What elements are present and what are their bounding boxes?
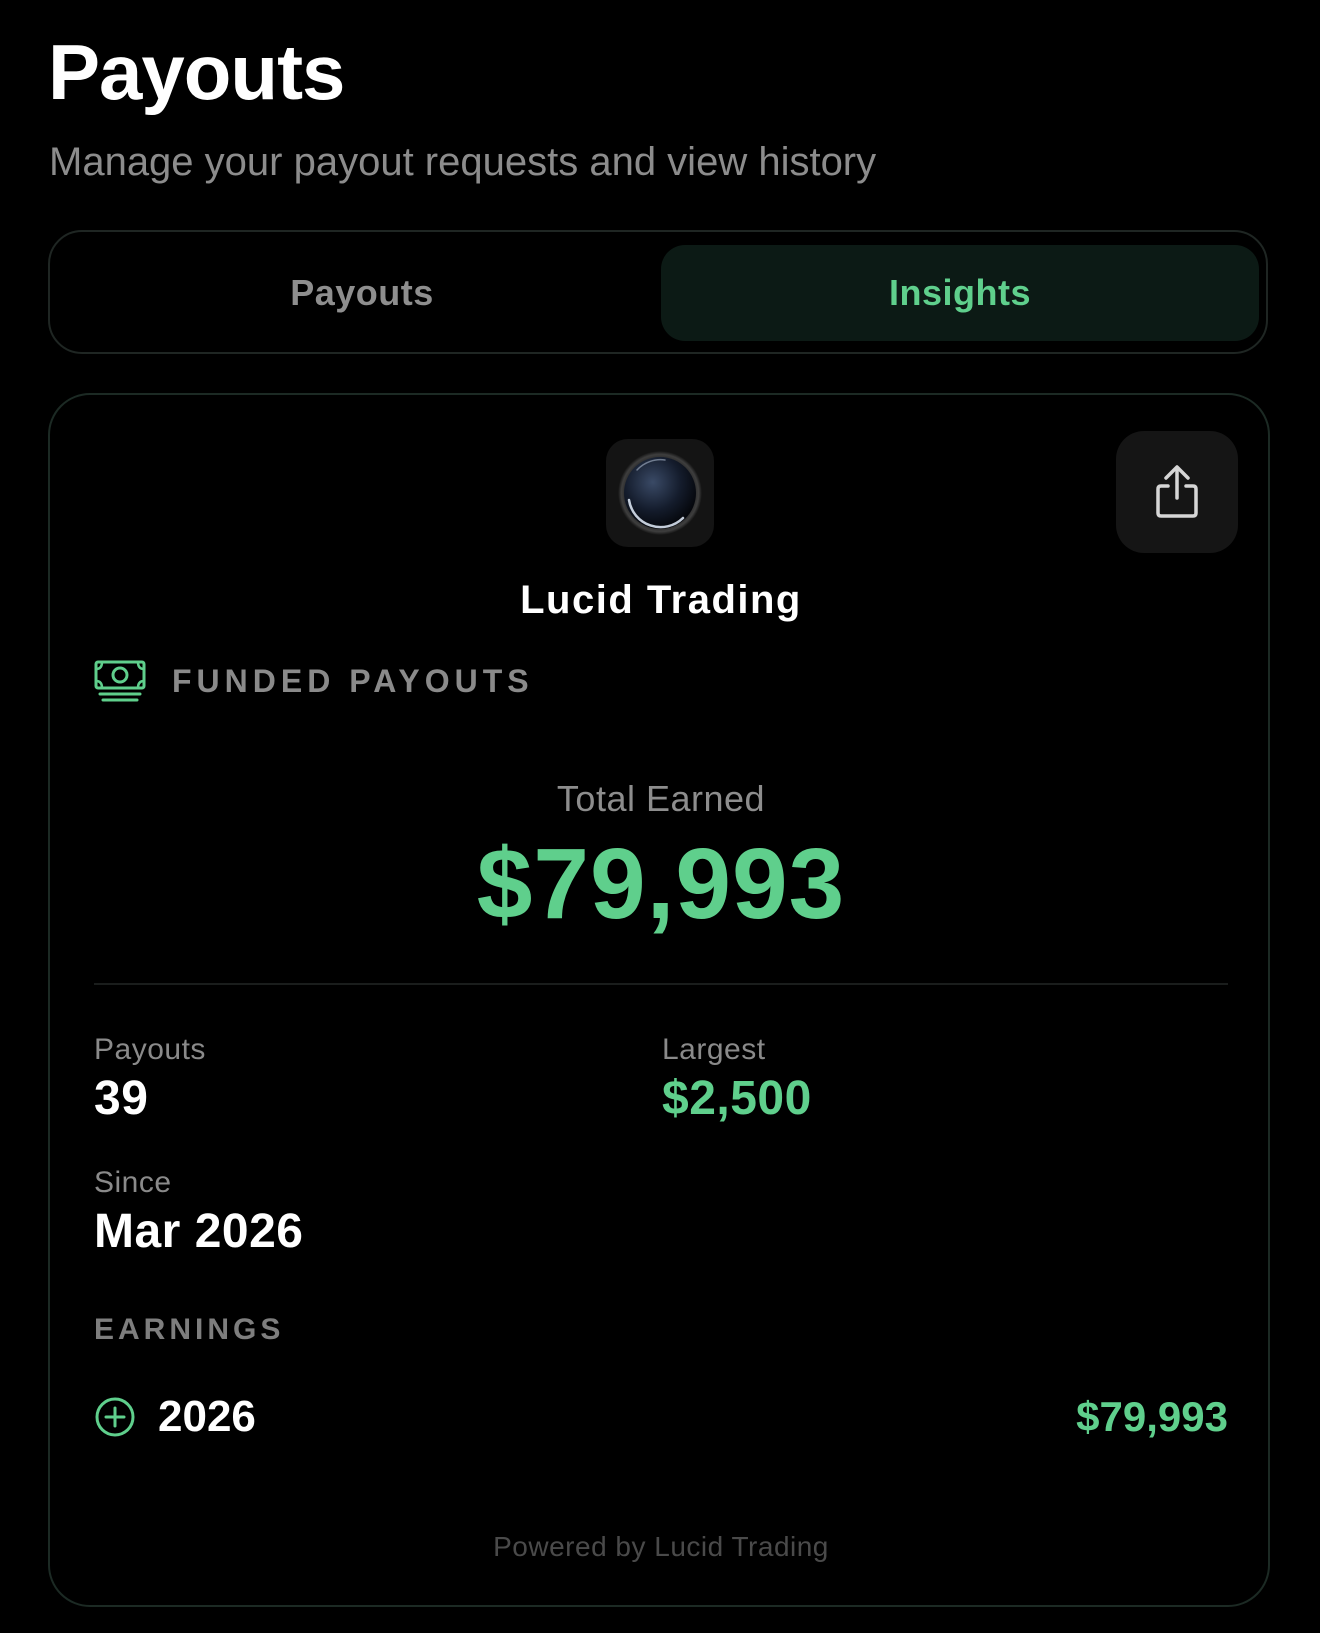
stat-payouts: Payouts 39 [94,1033,206,1126]
total-earned-value: $79,993 [476,828,846,940]
stat-value: $2,500 [662,1072,812,1125]
funded-payouts-header: FUNDED PAYOUTS [94,660,534,702]
stat-label: Since [94,1166,172,1199]
tab-insights[interactable]: Insights [661,245,1259,341]
cash-stack-icon [94,660,146,702]
earnings-title: EARNINGS [94,1313,285,1346]
share-button[interactable] [1116,431,1238,553]
stat-value: 39 [94,1072,149,1125]
page-title: Payouts [48,28,345,116]
divider [94,983,1228,985]
share-icon [1156,465,1198,518]
moon-orb-logo [618,451,702,535]
stat-since: Since Mar 2026 [94,1166,303,1259]
tab-bar: Payouts Insights [48,230,1268,354]
total-earned-label: Total Earned [556,778,766,819]
stat-value: Mar 2026 [94,1205,304,1258]
stat-largest: Largest $2,500 [662,1033,812,1126]
earnings-row-2026[interactable]: 2026 $79,993 [94,1385,1228,1449]
plus-circle-icon[interactable] [94,1396,136,1438]
earnings-year: 2026 [158,1392,256,1441]
earnings-amount: $79,993 [1076,1393,1228,1440]
section-label: FUNDED PAYOUTS [172,662,534,699]
insights-card: Lucid Trading FUNDED PAYOUTS Total Earne… [48,393,1270,1607]
brand-logo [606,439,714,547]
tab-payouts[interactable]: Payouts [63,245,661,341]
brand-name: Lucid Trading [520,578,802,622]
powered-by-footer: Powered by Lucid Trading [493,1531,829,1562]
stat-label: Largest [662,1033,766,1066]
page-subtitle: Manage your payout requests and view his… [49,140,877,184]
stat-label: Payouts [94,1033,206,1066]
